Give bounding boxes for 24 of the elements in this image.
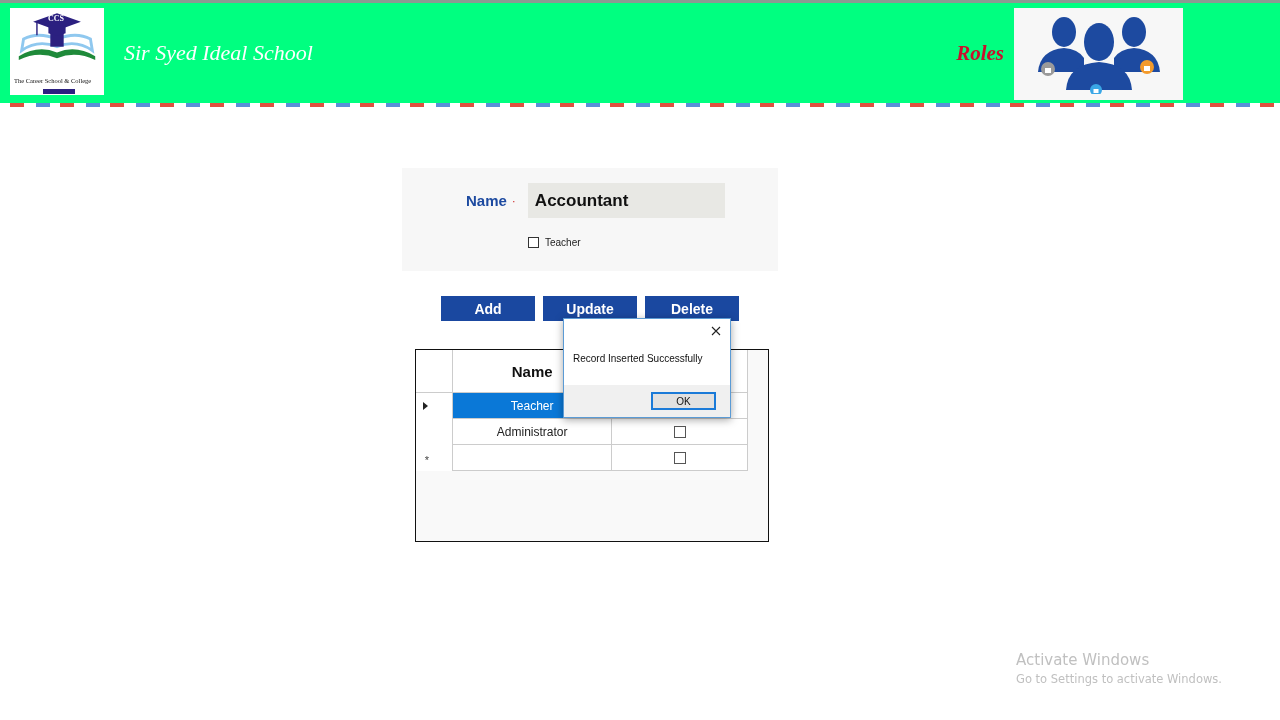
current-row-icon	[423, 402, 429, 410]
action-button[interactable]: Add	[441, 296, 535, 321]
logo-ribbon	[43, 89, 75, 94]
field-label: Name	[466, 192, 507, 209]
activation-title: Activate Windows	[1016, 651, 1151, 669]
required-mark: ·	[511, 193, 516, 208]
table-cell[interactable]	[611, 445, 748, 471]
checkbox[interactable]	[673, 425, 686, 438]
checkbox-label: Teacher	[545, 237, 581, 248]
school-name: Sir Syed Ideal School	[124, 40, 313, 66]
close-icon	[711, 326, 721, 336]
name-field[interactable]: Accountant	[527, 183, 725, 218]
table-cell[interactable]	[611, 419, 748, 445]
table-cell[interactable]	[451, 445, 612, 471]
checkbox[interactable]	[673, 451, 686, 464]
page-title: Roles	[956, 41, 1004, 66]
logo-monogram: CCS	[48, 15, 64, 23]
new-row-marker: *	[424, 454, 430, 466]
row-header[interactable]: *	[416, 445, 452, 471]
ok-button[interactable]: OK	[651, 392, 716, 410]
activation-message: Go to Settings to activate Windows.	[1016, 672, 1222, 686]
row-header[interactable]	[416, 393, 452, 419]
checkbox[interactable]	[528, 237, 539, 248]
table-cell[interactable]: Administrator	[451, 419, 612, 445]
